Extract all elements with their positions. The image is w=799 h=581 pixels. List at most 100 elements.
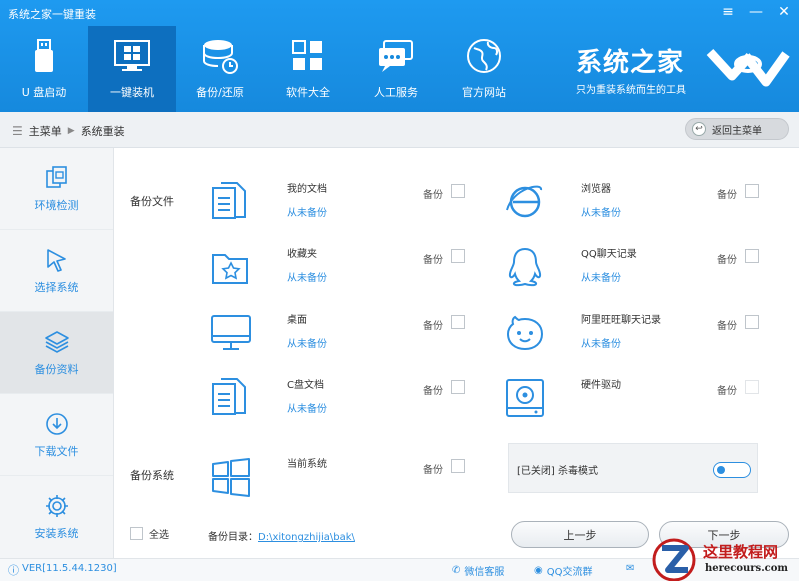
item-name: QQ聊天记录 <box>581 249 637 260</box>
documents-icon <box>212 182 246 219</box>
feedback-icon: ✉ <box>626 563 635 574</box>
select-all-checkbox[interactable] <box>130 527 143 540</box>
backup-checkbox[interactable] <box>451 315 465 329</box>
list-item-wangwang-chat: 阿里旺旺聊天记录 从未备份 备份 <box>503 311 773 367</box>
select-all-label: 全选 <box>149 530 169 541</box>
backup-checkbox[interactable] <box>745 315 759 329</box>
qq-penguin-icon <box>508 247 542 287</box>
list-item-favorites: 收藏夹 从未备份 备份 <box>209 245 479 301</box>
item-status: 从未备份 <box>287 273 327 284</box>
toggle-knob <box>717 466 725 474</box>
nav-usb-boot[interactable]: U 盘启动 <box>0 26 88 112</box>
apps-grid-icon <box>292 40 322 70</box>
item-status: 从未备份 <box>287 339 327 350</box>
nav-label: 软件大全 <box>286 86 330 99</box>
backup-label: 备份 <box>423 386 443 397</box>
qq-group-link[interactable]: ◉ QQ交流群 <box>534 563 592 578</box>
backup-checkbox[interactable] <box>745 184 759 198</box>
gear-icon <box>45 495 68 517</box>
item-name: C盘文档 <box>287 380 324 391</box>
backup-files-label: 备份文件 <box>130 195 174 208</box>
item-name: 我的文档 <box>287 184 327 195</box>
backup-checkbox[interactable] <box>451 459 465 473</box>
nav-official-site[interactable]: 官方网站 <box>440 26 528 112</box>
list-icon: ☰ <box>12 124 23 138</box>
close-icon[interactable]: ✕ <box>777 4 791 20</box>
sidebar-item-env-check[interactable]: 环境检测 <box>0 148 113 230</box>
usb-icon <box>35 39 53 72</box>
list-item-desktop: 桌面 从未备份 备份 <box>209 311 479 367</box>
ie-browser-icon <box>506 185 542 218</box>
list-item-current-system: 当前系统 备份 <box>209 455 479 511</box>
backup-checkbox[interactable] <box>451 380 465 394</box>
breadcrumb-home[interactable]: 主菜单 <box>29 123 62 139</box>
wechat-service-link[interactable]: ✆ 微信客服 <box>452 563 504 578</box>
brand: 系统之家 只为重装系统而生的工具 <box>576 42 686 96</box>
sidebar-item-label: 安装系统 <box>34 527 79 540</box>
menu-icon[interactable]: ≡ <box>721 4 735 20</box>
sidebar-item-backup-data[interactable]: 备份资料 <box>0 312 113 394</box>
sidebar-item-install[interactable]: 安装系统 <box>0 476 113 558</box>
nav-software[interactable]: 软件大全 <box>264 26 352 112</box>
backup-label: 备份 <box>717 255 737 266</box>
minimize-icon[interactable]: — <box>749 4 763 20</box>
top-nav: U 盘启动 一键装机 备份/还原 软件大全 人工服务 官方网站 <box>0 26 528 112</box>
nav-one-click-install[interactable]: 一键装机 <box>88 26 176 112</box>
backup-directory-label: 备份目录： <box>208 532 258 543</box>
copy-pages-icon <box>45 165 67 188</box>
sidebar-item-label: 环境检测 <box>34 198 79 212</box>
globe-icon <box>467 39 501 73</box>
backup-system-label: 备份系统 <box>130 469 174 482</box>
backup-directory: 备份目录：D:\xitongzhijia\bak\ <box>208 528 355 543</box>
watermark-logo-icon <box>652 538 696 581</box>
back-arrow-icon: ↩ <box>692 122 706 136</box>
layers-icon <box>44 330 69 353</box>
back-to-main-label: 返回主菜单 <box>712 125 762 137</box>
backup-checkbox[interactable] <box>451 249 465 263</box>
c-drive-documents-icon <box>212 378 246 415</box>
item-status: 从未备份 <box>581 208 621 219</box>
favorites-folder-icon <box>212 254 248 284</box>
qq-icon: ◉ <box>534 565 543 576</box>
monitor-windows-icon <box>114 40 150 71</box>
backup-label: 备份 <box>423 190 443 201</box>
back-to-main-button[interactable]: ↩ 返回主菜单 <box>685 118 789 140</box>
breadcrumb-current: 系统重装 <box>80 125 125 138</box>
item-status: 从未备份 <box>287 208 327 219</box>
item-status: 从未备份 <box>287 404 327 415</box>
list-item-my-documents: 我的文档 从未备份 备份 <box>209 180 479 236</box>
breadcrumb-separator-icon: ▶ <box>67 126 75 136</box>
item-name: 浏览器 <box>581 184 611 195</box>
nav-backup-restore[interactable]: 备份/还原 <box>176 26 264 112</box>
desktop-monitor-icon <box>211 315 251 350</box>
sidebar-item-label: 选择系统 <box>34 280 79 294</box>
backup-directory-link[interactable]: D:\xitongzhijia\bak\ <box>258 532 355 543</box>
prev-step-button[interactable]: 上一步 <box>511 521 649 548</box>
item-name: 硬件驱动 <box>581 380 621 391</box>
sidebar-item-select-system[interactable]: 选择系统 <box>0 230 113 312</box>
antivirus-toggle[interactable] <box>713 462 751 478</box>
hardware-driver-icon <box>506 379 544 417</box>
sidebar-item-label: 备份资料 <box>34 362 79 376</box>
wangwang-icon <box>506 315 544 351</box>
nav-label: U 盘启动 <box>21 86 67 99</box>
window-controls: ≡ — ✕ <box>721 4 791 20</box>
select-all[interactable]: 全选 <box>130 526 169 541</box>
feedback-link[interactable]: ✉ <box>626 563 638 574</box>
sidebar-item-download[interactable]: 下载文件 <box>0 394 113 476</box>
version-text: VER[11.5.44.1230] <box>22 563 117 574</box>
nav-label: 人工服务 <box>374 86 418 99</box>
step-sidebar: 环境检测 选择系统 备份资料 下载文件 安装系统 <box>0 148 114 558</box>
nav-manual-service[interactable]: 人工服务 <box>352 26 440 112</box>
sidebar-item-label: 下载文件 <box>34 444 79 458</box>
backup-label: 备份 <box>423 465 443 476</box>
chat-bubbles-icon <box>379 40 413 72</box>
item-name: 阿里旺旺聊天记录 <box>581 315 661 326</box>
backup-checkbox[interactable] <box>451 184 465 198</box>
backup-checkbox[interactable] <box>745 249 759 263</box>
brand-slogan: 只为重装系统而生的工具 <box>576 85 686 96</box>
backup-checkbox[interactable] <box>745 380 759 394</box>
watermark: 这里教程网 herecours.com <box>648 536 799 581</box>
backup-label: 备份 <box>423 255 443 266</box>
brand-name: 系统之家 <box>576 48 685 78</box>
